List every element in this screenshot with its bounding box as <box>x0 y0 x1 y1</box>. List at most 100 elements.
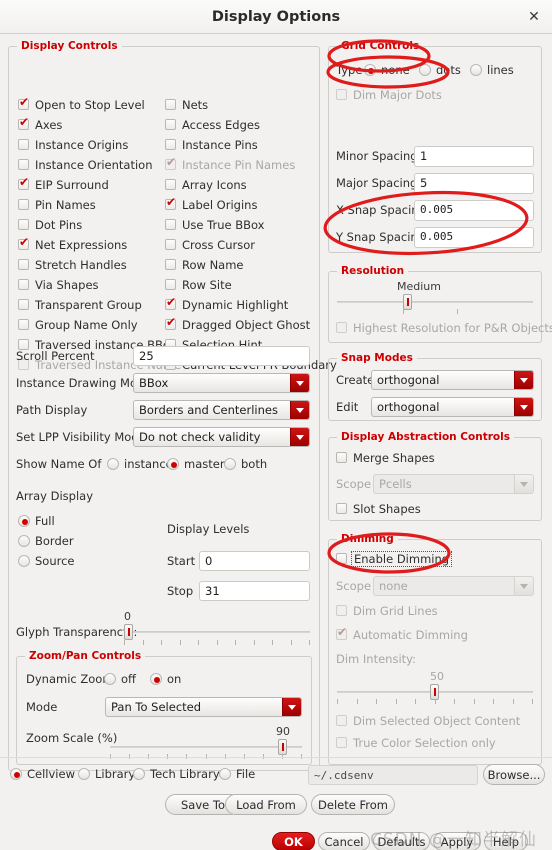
ok-button[interactable]: OK <box>272 832 315 850</box>
chevron-down-icon[interactable] <box>514 475 533 493</box>
chevron-down-icon[interactable] <box>514 398 533 416</box>
snap-modes-legend: Snap Modes <box>337 352 417 364</box>
display-levels-stop-input[interactable]: 31 <box>199 581 310 601</box>
snap-create-label: Create <box>336 373 375 387</box>
checkbox-array-icons[interactable]: Array Icons <box>165 177 247 193</box>
checkbox-label: Automatic Dimming <box>353 628 468 642</box>
footer-divider <box>0 757 552 758</box>
checkbox-box <box>336 322 347 333</box>
checkbox-instance-pin-names[interactable]: Instance Pin Names <box>165 155 295 173</box>
radio-scope-tech-library[interactable]: Tech Library <box>133 766 220 782</box>
load-from-button[interactable]: Load From <box>225 794 307 815</box>
checkbox-label-origins[interactable]: Label Origins <box>165 195 257 213</box>
radio-array-display-source[interactable]: Source <box>18 553 75 569</box>
chevron-down-icon[interactable] <box>282 698 301 716</box>
checkbox-box <box>18 235 29 250</box>
chevron-down-icon[interactable] <box>290 428 309 446</box>
radio-scope-library[interactable]: Library <box>78 766 135 782</box>
slider-knob[interactable] <box>403 294 412 310</box>
slot-shapes-checkbox[interactable]: Slot Shapes <box>336 501 421 517</box>
instance-drawing-mode-combo[interactable]: BBox <box>133 373 310 393</box>
cancel-button[interactable]: Cancel <box>318 832 370 850</box>
close-icon[interactable]: ✕ <box>526 9 542 25</box>
checkbox-use-true-bbox[interactable]: Use True BBox <box>165 217 265 233</box>
path-input[interactable]: ~/.cdsenv <box>308 765 478 785</box>
y-snap-spacing-input[interactable]: 0.005 <box>414 227 534 248</box>
checkbox-access-edges[interactable]: Access Edges <box>165 117 260 133</box>
radio-show-name-of-master[interactable]: master <box>167 456 225 472</box>
checkbox-instance-pins[interactable]: Instance Pins <box>165 137 258 153</box>
checkbox-row-site[interactable]: Row Site <box>165 277 232 293</box>
checkbox-open-to-stop-level[interactable]: Open to Stop Level <box>18 95 145 113</box>
checkbox-box <box>336 503 347 514</box>
checkbox-box <box>18 299 29 310</box>
checkbox-transparent-group[interactable]: Transparent Group <box>18 297 142 313</box>
radio-show-name-of-both[interactable]: both <box>224 456 267 472</box>
enable-dimming-checkbox[interactable]: Enable Dimming <box>336 551 453 567</box>
automatic-dimming-checkbox[interactable]: Automatic Dimming <box>336 625 468 643</box>
abstraction-scope-combo[interactable]: Pcells <box>373 474 534 494</box>
dim-major-dots-checkbox[interactable]: Dim Major Dots <box>336 87 442 103</box>
slider-tick <box>161 640 162 645</box>
radio-dynamic-zoom-on[interactable]: on <box>150 671 181 687</box>
dim-selected-object-content-checkbox[interactable]: Dim Selected Object Content <box>336 713 520 729</box>
zoom-mode-combo[interactable]: Pan To Selected <box>105 697 302 717</box>
snap-create-combo[interactable]: orthogonal <box>371 370 534 390</box>
radio-dynamic-zoom-off[interactable]: off <box>104 671 136 687</box>
checkbox-box <box>336 737 347 748</box>
glyph-transparency-slider[interactable] <box>124 623 310 641</box>
checkbox-via-shapes[interactable]: Via Shapes <box>18 277 99 293</box>
true-color-selection-only-checkbox[interactable]: True Color Selection only <box>336 735 496 751</box>
major-spacing-input[interactable]: 5 <box>414 173 534 194</box>
checkbox-box <box>18 139 29 150</box>
snap-edit-combo[interactable]: orthogonal <box>371 397 534 417</box>
minor-spacing-input[interactable]: 1 <box>414 146 534 167</box>
slider-knob[interactable] <box>430 684 439 700</box>
major-spacing-label: Major Spacing <box>336 176 418 190</box>
radio-grid-type-none[interactable]: none <box>364 62 410 78</box>
checkbox-nets[interactable]: Nets <box>165 97 208 113</box>
checkbox-net-expressions[interactable]: Net Expressions <box>18 235 127 253</box>
path-display-combo[interactable]: Borders and Centerlines <box>133 400 310 420</box>
browse-button[interactable]: Browse... <box>483 764 545 785</box>
radio-array-display-border[interactable]: Border <box>18 533 74 549</box>
chevron-down-icon[interactable] <box>514 577 533 595</box>
radio-label: Border <box>35 534 74 548</box>
checkbox-eip-surround[interactable]: EIP Surround <box>18 175 109 193</box>
radio-show-name-of-instance[interactable]: instance <box>107 456 173 472</box>
scroll-percent-input[interactable]: 25 <box>133 346 310 366</box>
dim-grid-lines-checkbox[interactable]: Dim Grid Lines <box>336 603 438 619</box>
checkbox-cross-cursor[interactable]: Cross Cursor <box>165 237 255 253</box>
display-levels-start-input[interactable]: 0 <box>199 551 310 571</box>
merge-shapes-checkbox[interactable]: Merge Shapes <box>336 450 435 466</box>
highest-resolution-checkbox[interactable]: Highest Resolution for P&R Objects <box>336 320 552 336</box>
set-lpp-visibility-mode-combo[interactable]: Do not check validity <box>133 427 310 447</box>
checkbox-row-name[interactable]: Row Name <box>165 257 244 273</box>
radio-array-display-full[interactable]: Full <box>18 513 55 529</box>
radio-grid-type-lines[interactable]: lines <box>470 62 514 78</box>
chevron-down-icon[interactable] <box>290 401 309 419</box>
slider-knob[interactable] <box>278 739 287 755</box>
checkbox-box <box>165 139 176 150</box>
radio-scope-cellview[interactable]: Cellview <box>10 766 75 782</box>
checkbox-axes[interactable]: Axes <box>18 115 62 133</box>
checkbox-instance-orientation[interactable]: Instance Orientation <box>18 157 153 173</box>
x-snap-spacing-input[interactable]: 0.005 <box>414 200 534 221</box>
chevron-down-icon[interactable] <box>290 374 309 392</box>
checkbox-instance-origins[interactable]: Instance Origins <box>18 137 128 153</box>
radio-grid-type-dots[interactable]: dots <box>419 62 461 78</box>
radio-scope-file[interactable]: File <box>219 766 255 782</box>
checkbox-dynamic-highlight[interactable]: Dynamic Highlight <box>165 295 288 313</box>
checkbox-dragged-object-ghost[interactable]: Dragged Object Ghost <box>165 315 310 333</box>
checkbox-group-name-only[interactable]: Group Name Only <box>18 317 138 333</box>
chevron-down-icon[interactable] <box>514 371 533 389</box>
radio-label: instance <box>124 457 173 471</box>
checkbox-dot-pins[interactable]: Dot Pins <box>18 217 82 233</box>
abstraction-scope-label: Scope <box>336 477 372 491</box>
dimming-scope-combo[interactable]: none <box>373 576 534 596</box>
checkbox-pin-names[interactable]: Pin Names <box>18 197 96 213</box>
slider-knob[interactable] <box>124 624 133 640</box>
dimming-scope-label: Scope <box>336 579 372 593</box>
delete-from-button[interactable]: Delete From <box>311 794 395 815</box>
checkbox-stretch-handles[interactable]: Stretch Handles <box>18 257 127 273</box>
